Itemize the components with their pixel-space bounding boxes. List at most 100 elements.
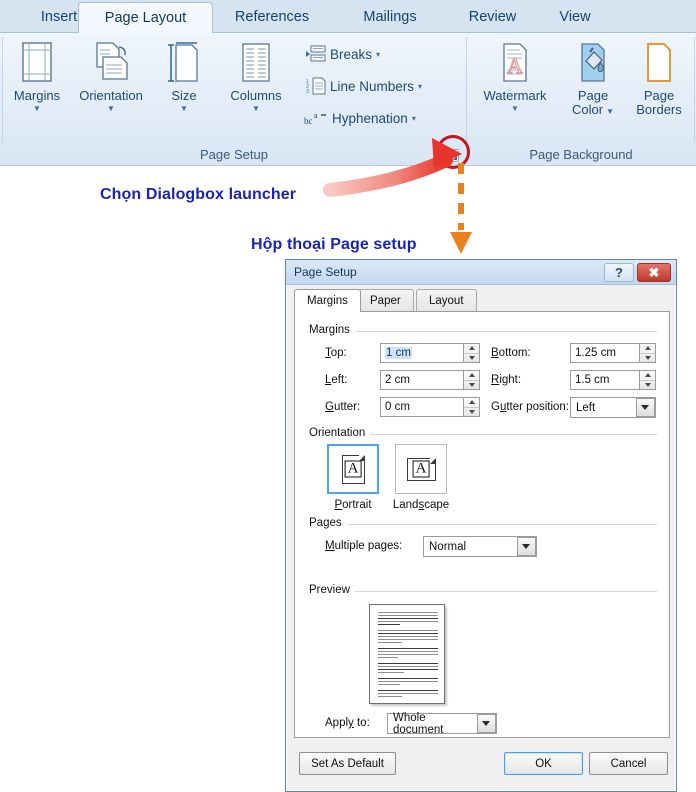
breaks-icon: [306, 45, 326, 62]
tab-page-layout[interactable]: Page Layout: [78, 2, 213, 34]
ribbon-button-size[interactable]: Size ▼: [155, 41, 213, 113]
spinner-bottom[interactable]: 1.25 cm: [570, 343, 656, 363]
spinner-top[interactable]: 1 cm: [380, 343, 480, 363]
dialog-tab-label: Layout: [429, 295, 464, 307]
spin-up-icon[interactable]: [464, 371, 479, 381]
spin-down-icon[interactable]: [640, 354, 655, 363]
line-numbers-icon: 1 2 3: [306, 77, 326, 95]
tab-label: Mailings: [363, 8, 417, 25]
spin-down-icon[interactable]: [464, 408, 479, 417]
chevron-down-icon[interactable]: ▾: [412, 114, 416, 123]
spin-up-icon[interactable]: [464, 398, 479, 408]
group-label-page-background: Page Background: [529, 147, 633, 162]
landscape-page-icon: A: [406, 457, 436, 481]
chevron-down-icon[interactable]: [516, 537, 536, 556]
ribbon-button-label: Columns: [230, 88, 282, 103]
hyphenation-icon: bc a: [304, 111, 326, 126]
tab-view[interactable]: View: [540, 0, 610, 33]
spin-up-icon[interactable]: [464, 344, 479, 354]
spinner-right[interactable]: 1.5 cm: [570, 370, 656, 390]
tab-label: References: [234, 8, 310, 25]
orange-dashed-arrow: [450, 163, 472, 254]
spinner-buttons[interactable]: [463, 343, 480, 363]
input-left[interactable]: 2 cm: [380, 370, 463, 390]
ribbon-button-page-color[interactable]: Page Color ▼: [562, 41, 624, 116]
chevron-down-icon[interactable]: ▼: [218, 104, 294, 113]
chevron-down-icon[interactable]: ▼: [155, 104, 213, 113]
ribbon-button-hyphenation[interactable]: bc a Hyphenation ▾: [304, 109, 416, 127]
group-orientation: Orientation: [309, 427, 657, 441]
ribbon-button-columns[interactable]: Columns ▼: [218, 41, 294, 113]
help-button[interactable]: ?: [604, 263, 634, 282]
input-gutter[interactable]: 0 cm: [380, 397, 463, 417]
ribbon-button-label: Watermark: [483, 88, 547, 103]
input-right[interactable]: 1.5 cm: [570, 370, 639, 390]
spin-up-icon[interactable]: [640, 371, 655, 381]
tab-references[interactable]: References: [212, 0, 332, 33]
ribbon-button-watermark[interactable]: A Watermark ▼: [472, 41, 558, 113]
tab-label: View: [559, 8, 591, 25]
group-divider: [2, 37, 3, 142]
input-top[interactable]: 1 cm: [380, 343, 463, 363]
chevron-down-icon[interactable]: ▼: [6, 104, 68, 113]
ribbon-button-orientation[interactable]: Orientation ▼: [70, 41, 152, 113]
chevron-down-icon[interactable]: ▼: [70, 104, 152, 113]
spinner-buttons[interactable]: [639, 370, 656, 390]
ribbon-button-page-borders[interactable]: Page Borders: [626, 41, 692, 116]
tab-mailings[interactable]: Mailings: [340, 0, 440, 33]
input-bottom[interactable]: 1.25 cm: [570, 343, 639, 363]
cancel-button[interactable]: Cancel: [589, 752, 668, 775]
dialog-title-bar[interactable]: Page Setup ? ✖: [286, 260, 676, 285]
dialog-tab-paper[interactable]: Paper: [357, 289, 414, 312]
tab-review[interactable]: Review: [450, 0, 535, 33]
select-value: Normal: [429, 540, 467, 553]
chevron-down-icon[interactable]: [476, 714, 496, 733]
group-label-page-setup: Page Setup: [200, 147, 268, 162]
close-button[interactable]: ✖: [637, 263, 671, 282]
ribbon-button-line-numbers[interactable]: 1 2 3 Line Numbers ▾: [306, 77, 422, 95]
margins-icon: [22, 42, 52, 82]
ribbon-body: Margins ▼ Orientation ▼ Size ▼ Columns ▼…: [0, 33, 696, 169]
columns-icon: [242, 43, 270, 82]
ok-button[interactable]: OK: [504, 752, 583, 775]
spinner-buttons[interactable]: [463, 397, 480, 417]
spinner-gutter[interactable]: 0 cm: [380, 397, 480, 417]
tab-label: Review: [468, 8, 517, 25]
dialog-tab-margins[interactable]: Margins: [294, 289, 361, 312]
watermark-icon: A: [503, 43, 527, 82]
group-divider: [466, 37, 467, 142]
spin-up-icon[interactable]: [640, 344, 655, 354]
set-as-default-button[interactable]: Set As Default: [299, 752, 396, 775]
chevron-down-icon[interactable]: ▼: [472, 104, 558, 113]
chevron-down-icon[interactable]: ▼: [606, 107, 614, 116]
chevron-down-icon[interactable]: ▾: [418, 82, 422, 91]
spin-down-icon[interactable]: [640, 381, 655, 390]
orientation-landscape[interactable]: A Landscape: [393, 444, 449, 511]
spinner-buttons[interactable]: [463, 370, 480, 390]
select-gutter-position[interactable]: Left: [570, 397, 656, 418]
chevron-down-icon[interactable]: ▾: [376, 50, 380, 59]
size-icon: [168, 42, 198, 82]
ribbon-tab-bar: Insert Page Layout References Mailings R…: [0, 0, 696, 34]
spin-down-icon[interactable]: [464, 381, 479, 390]
tab-label: Page Layout: [104, 10, 187, 26]
chevron-down-icon[interactable]: [635, 398, 655, 417]
portrait-page-icon: A: [341, 454, 365, 484]
ribbon-button-margins[interactable]: Margins ▼: [6, 41, 68, 113]
annotation-dialogbox-launcher: Chọn Dialogbox launcher: [100, 186, 297, 203]
spinner-left[interactable]: 2 cm: [380, 370, 480, 390]
dialog-tab-layout[interactable]: Layout: [416, 289, 477, 312]
ribbon-button-breaks[interactable]: Breaks ▾: [306, 45, 380, 63]
page-color-icon: [581, 43, 605, 82]
launcher-highlight-circle: [436, 135, 470, 169]
ribbon-button-label: Hyphenation: [332, 110, 408, 126]
spinner-buttons[interactable]: [639, 343, 656, 363]
group-margins: Margins: [309, 324, 657, 338]
ribbon-button-label: Line Numbers: [330, 78, 415, 94]
orientation-portrait[interactable]: A Portrait: [327, 444, 379, 511]
select-multiple-pages[interactable]: Normal: [423, 536, 537, 557]
svg-text:3: 3: [306, 89, 309, 95]
svg-text:A: A: [507, 53, 523, 78]
select-apply-to[interactable]: Whole document: [387, 712, 497, 736]
spin-down-icon[interactable]: [464, 354, 479, 363]
